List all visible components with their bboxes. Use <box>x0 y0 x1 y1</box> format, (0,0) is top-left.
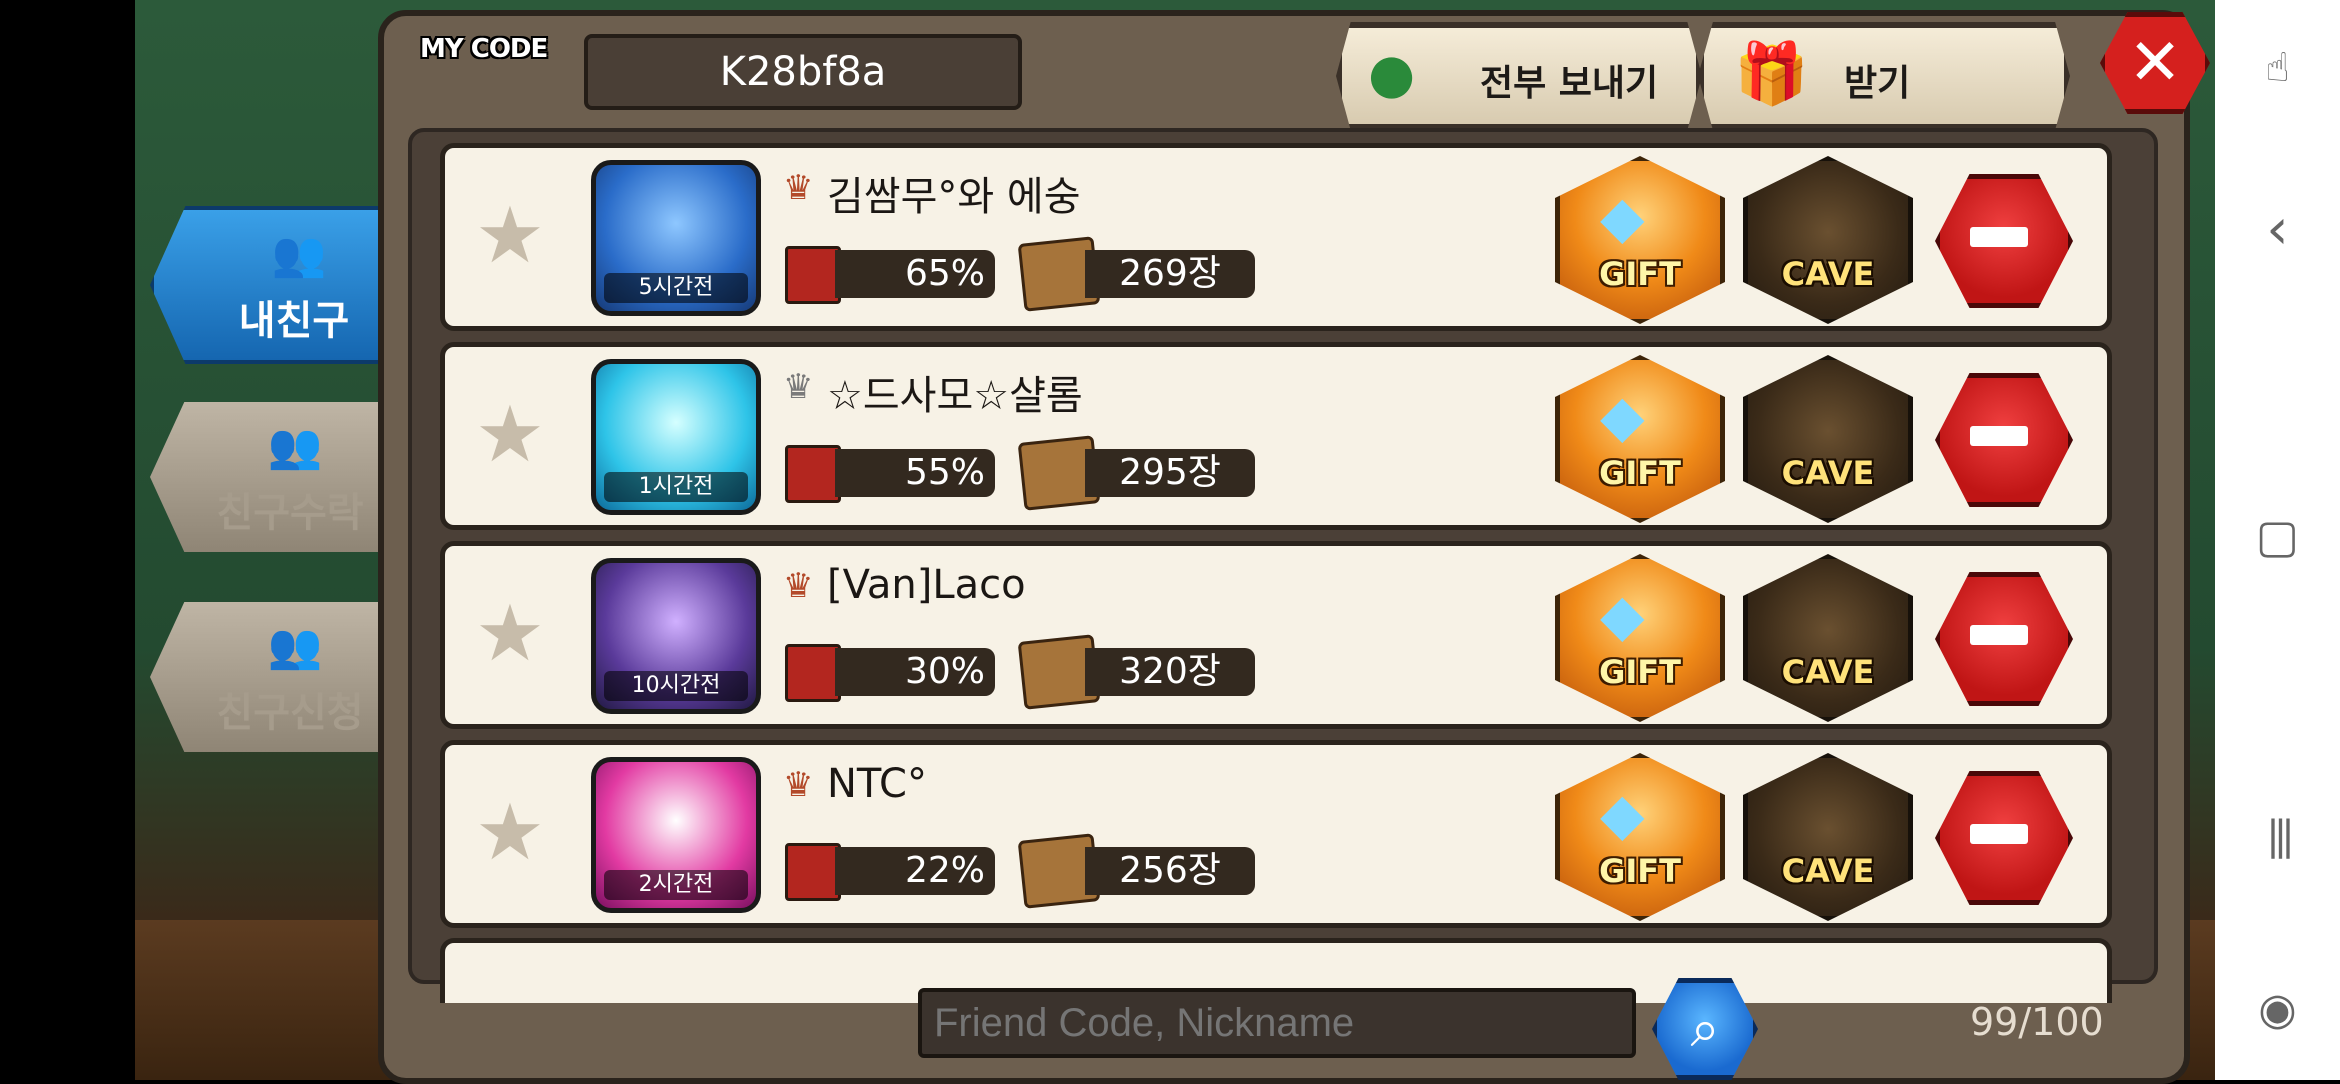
book-icon <box>785 843 841 901</box>
people-icon: 👥 <box>271 229 327 280</box>
crown-icon: ♛ <box>783 367 814 407</box>
gift-button[interactable]: ◆ GIFT <box>1555 156 1725 324</box>
favorite-star-icon[interactable]: ★ <box>475 395 545 475</box>
touch-lock-icon[interactable]: ☝ <box>2215 38 2340 98</box>
last-seen-time: 10시간전 <box>604 671 748 701</box>
crown-icon: ♛ <box>783 168 814 208</box>
diamond-icon: ◆ <box>1600 382 1645 450</box>
tab-friend-request[interactable]: 👥 친구신청 <box>150 602 395 752</box>
crown-icon: ♛ <box>783 765 814 805</box>
favorite-star-icon[interactable]: ★ <box>475 793 545 873</box>
back-icon[interactable]: ‹ <box>2215 200 2340 260</box>
people-icon: 👥 <box>267 621 323 672</box>
home-icon[interactable]: ▢ <box>2215 506 2340 566</box>
book-icon <box>785 445 841 503</box>
close-icon: ✕ <box>2128 26 2182 100</box>
collection-percent: 30% <box>835 648 995 696</box>
diamond-icon: ◆ <box>1600 780 1645 848</box>
last-seen-time: 2시간전 <box>604 870 748 900</box>
friend-avatar[interactable]: 5시간전 <box>591 160 761 316</box>
friend-row: ★ 5시간전 ♛ 김쌈무°와 에숭 65% 269장 ◆ GIFT CAVE <box>440 143 2112 331</box>
minus-icon <box>1970 426 2028 446</box>
gift-label: GIFT <box>1599 454 1681 492</box>
last-seen-time: 1시간전 <box>604 472 748 502</box>
tab-label: 친구수락 <box>216 490 364 536</box>
recent-apps-icon[interactable]: ||| <box>2215 806 2340 866</box>
search-input[interactable] <box>918 988 1636 1058</box>
friend-row: ★ 1시간전 ♛ ☆드사모☆샬롬 55% 295장 ◆ GIFT CAVE <box>440 342 2112 530</box>
gift-button[interactable]: ◆ GIFT <box>1555 753 1725 921</box>
cave-button[interactable]: CAVE <box>1743 156 1913 324</box>
minus-icon <box>1970 227 2028 247</box>
my-code-label: MY CODE <box>420 34 548 64</box>
gift-label: GIFT <box>1599 653 1681 691</box>
card-count: 295장 <box>1085 449 1255 497</box>
friend-row: ★ 10시간전 ♛ [Van]Laco 30% 320장 ◆ GIFT CAVE <box>440 541 2112 729</box>
cave-label: CAVE <box>1781 653 1875 691</box>
cave-label: CAVE <box>1781 852 1875 890</box>
remove-friend-button[interactable] <box>1935 771 2073 905</box>
card-count: 269장 <box>1085 250 1255 298</box>
book-icon <box>785 644 841 702</box>
people-icon: 👥 <box>267 421 323 472</box>
favorite-star-icon[interactable]: ★ <box>475 196 545 276</box>
send-all-button[interactable]: ● 전부 보내기 <box>1336 22 1702 130</box>
favorite-star-icon[interactable]: ★ <box>475 594 545 674</box>
cave-label: CAVE <box>1781 255 1875 293</box>
diamond-icon: ◆ <box>1600 581 1645 649</box>
book-icon <box>785 246 841 304</box>
collection-percent: 65% <box>835 250 995 298</box>
game-tools-icon[interactable]: ◉ <box>2215 980 2340 1040</box>
cave-button[interactable]: CAVE <box>1743 753 1913 921</box>
friend-name: NTC° <box>827 761 927 807</box>
crown-icon: ♛ <box>783 566 814 606</box>
collection-percent: 55% <box>835 449 995 497</box>
left-black-bar <box>0 0 135 1080</box>
send-all-label: 전부 보내기 <box>1480 63 1659 104</box>
cave-label: CAVE <box>1781 454 1875 492</box>
friend-avatar[interactable]: 2시간전 <box>591 757 761 913</box>
remove-friend-button[interactable] <box>1935 174 2073 308</box>
tab-label: 친구신청 <box>216 690 364 736</box>
cave-button[interactable]: CAVE <box>1743 355 1913 523</box>
friend-avatar[interactable]: 1시간전 <box>591 359 761 515</box>
card-count: 320장 <box>1085 648 1255 696</box>
friend-count: 99/100 <box>1970 1000 2104 1044</box>
collection-percent: 22% <box>835 847 995 895</box>
friend-row: ★ 2시간전 ♛ NTC° 22% 256장 ◆ GIFT CAVE <box>440 740 2112 928</box>
tab-label: 내친구 <box>238 298 350 344</box>
last-seen-time: 5시간전 <box>604 273 748 303</box>
tab-friend-accept[interactable]: 👥 친구수락 <box>150 402 395 552</box>
gift-label: GIFT <box>1599 255 1681 293</box>
gift-box-icon: 🎁 <box>1734 39 1809 109</box>
minus-icon <box>1970 824 2028 844</box>
remove-friend-button[interactable] <box>1935 373 2073 507</box>
my-code-value: K28bf8a <box>584 34 1022 110</box>
friend-name: 김쌈무°와 에숭 <box>827 174 1081 220</box>
gift-label: GIFT <box>1599 852 1681 890</box>
tab-my-friends[interactable]: 👥 내친구 <box>150 206 403 364</box>
gift-button[interactable]: ◆ GIFT <box>1555 355 1725 523</box>
remove-friend-button[interactable] <box>1935 572 2073 706</box>
minus-icon <box>1970 625 2028 645</box>
friend-avatar[interactable]: 10시간전 <box>591 558 761 714</box>
receive-button[interactable]: 🎁 받기 <box>1698 22 2070 130</box>
search-icon: ⌕ <box>1690 999 1720 1059</box>
card-count: 256장 <box>1085 847 1255 895</box>
gift-button[interactable]: ◆ GIFT <box>1555 554 1725 722</box>
receive-label: 받기 <box>1844 63 1911 104</box>
cave-button[interactable]: CAVE <box>1743 554 1913 722</box>
gems-icon: ● <box>1368 42 1416 105</box>
diamond-icon: ◆ <box>1600 183 1645 251</box>
system-nav-bar: ☝ ‹ ▢ ||| ◉ <box>2215 0 2340 1080</box>
friend-name: [Van]Laco <box>827 562 1026 608</box>
friend-name: ☆드사모☆샬롬 <box>827 373 1083 419</box>
